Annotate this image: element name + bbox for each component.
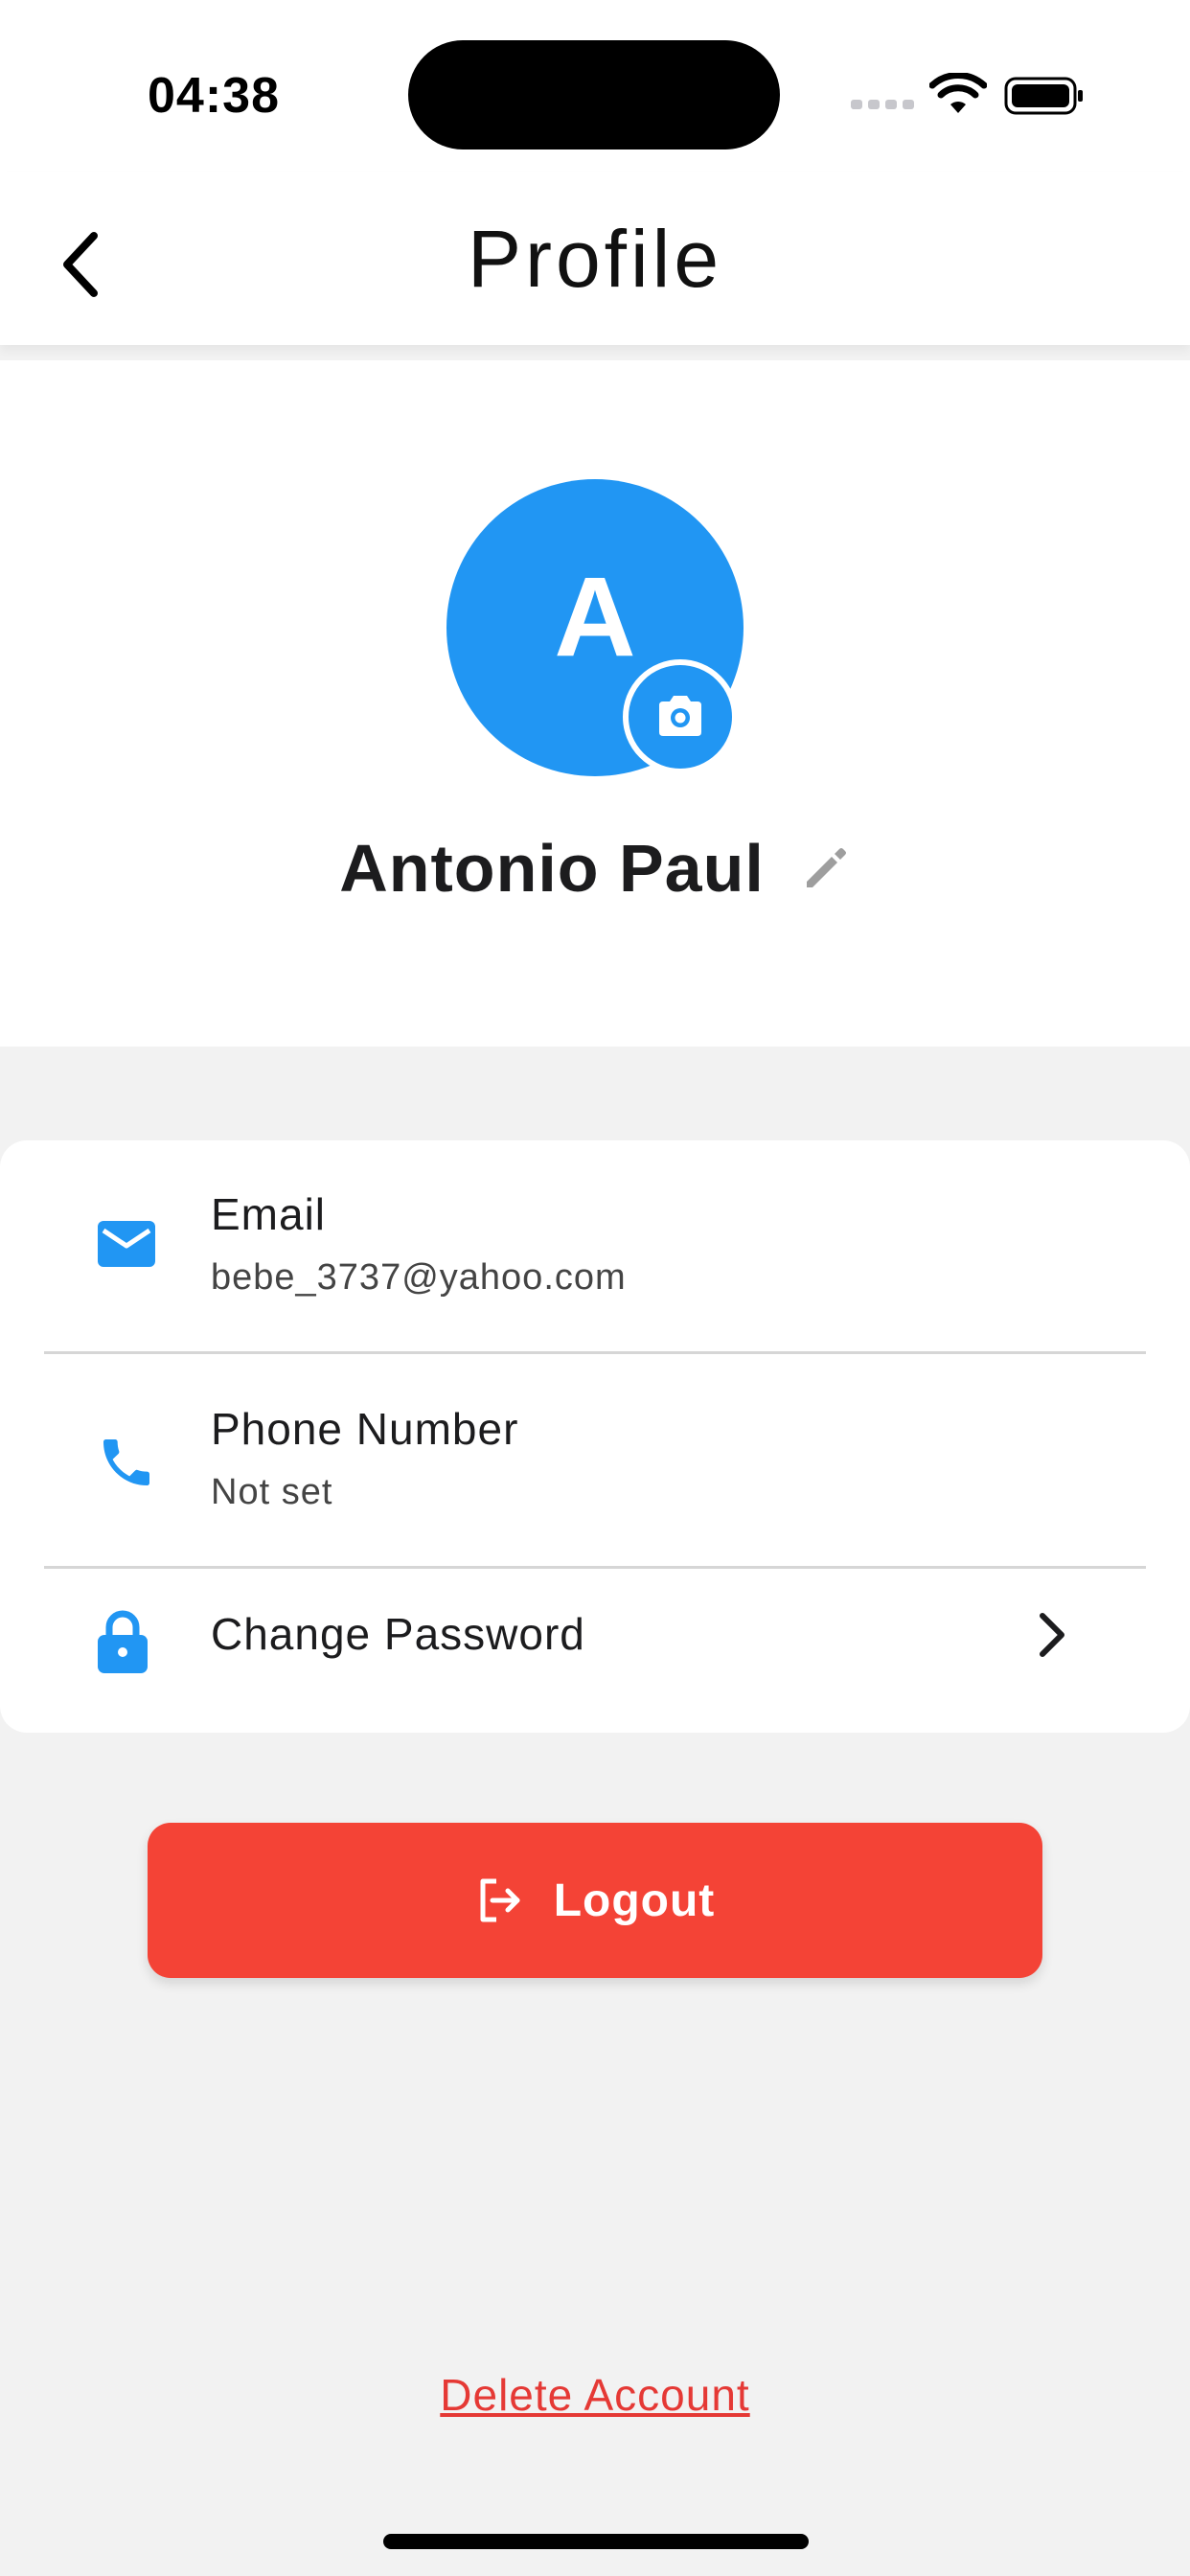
email-icon — [98, 1221, 155, 1267]
divider — [44, 1566, 1146, 1569]
profile-header: A Antonio Paul — [0, 360, 1190, 1046]
nav-bar: Profile — [0, 172, 1190, 345]
home-indicator — [383, 2534, 809, 2549]
page-title: Profile — [467, 214, 723, 304]
delete-account-link[interactable]: Delete Account — [0, 2369, 1190, 2421]
battery-icon — [1004, 77, 1083, 115]
divider — [44, 1351, 1146, 1354]
list-item-change-password[interactable]: Change Password — [0, 1570, 1190, 1733]
email-label: Email — [211, 1189, 327, 1239]
name-row: Antonio Paul — [0, 830, 1190, 907]
phone-value: Not set — [211, 1472, 333, 1512]
chevron-right-icon — [1040, 1613, 1064, 1657]
wifi-icon — [929, 73, 987, 113]
change-password-label: Change Password — [211, 1609, 585, 1659]
list-item-email[interactable]: Email bebe_3737@yahoo.com — [0, 1140, 1190, 1353]
logout-icon — [480, 1878, 520, 1922]
avatar-initial: A — [554, 554, 636, 680]
change-photo-button[interactable] — [623, 659, 738, 774]
signal-icon — [851, 100, 914, 109]
dynamic-island — [408, 40, 780, 150]
lock-icon — [98, 1610, 148, 1673]
account-info-card: Email bebe_3737@yahoo.com Phone Number N… — [0, 1140, 1190, 1733]
pencil-icon[interactable] — [801, 843, 851, 893]
status-bar: 04:38 — [0, 0, 1190, 172]
phone-icon — [103, 1439, 149, 1485]
camera-icon — [659, 696, 701, 736]
logout-label: Logout — [553, 1874, 716, 1926]
logout-button[interactable]: Logout — [148, 1823, 1042, 1978]
email-value: bebe_3737@yahoo.com — [211, 1257, 627, 1298]
phone-label: Phone Number — [211, 1404, 519, 1454]
status-time: 04:38 — [148, 68, 280, 124]
list-item-phone[interactable]: Phone Number Not set — [0, 1355, 1190, 1568]
profile-name: Antonio Paul — [339, 831, 765, 906]
